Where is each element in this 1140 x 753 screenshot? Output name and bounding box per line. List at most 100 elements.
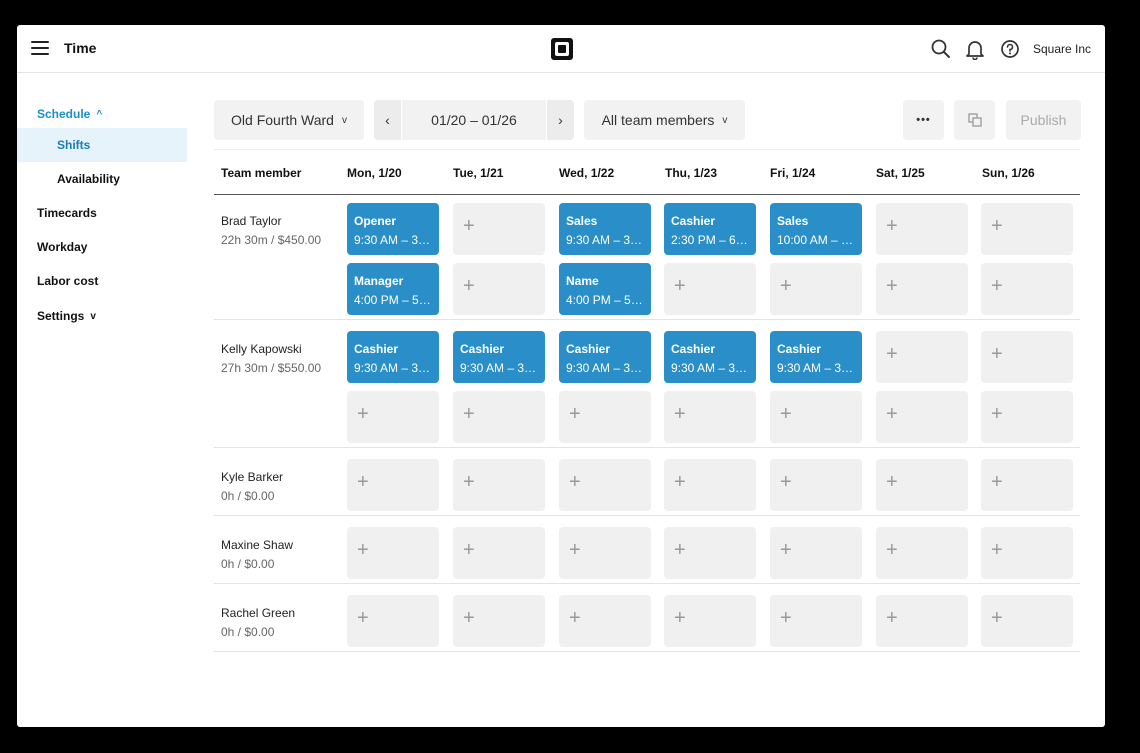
shift-role: Name (566, 274, 599, 288)
member-name[interactable]: Kyle Barker (221, 470, 283, 484)
shift-time: 9:30 AM – 3… (777, 361, 854, 375)
next-week-button[interactable]: › (546, 100, 574, 140)
column-header-day: Sat, 1/25 (876, 166, 925, 180)
add-shift-button[interactable] (876, 527, 968, 579)
shift-card[interactable]: Sales 10:00 AM – … (770, 203, 862, 255)
add-shift-button[interactable] (664, 459, 756, 511)
shift-time: 9:30 AM – 3… (671, 361, 748, 375)
add-shift-button[interactable] (981, 527, 1073, 579)
add-shift-button[interactable] (347, 595, 439, 647)
add-shift-button[interactable] (876, 595, 968, 647)
add-shift-button[interactable] (770, 263, 862, 315)
shift-card[interactable]: Cashier 9:30 AM – 3… (664, 331, 756, 383)
add-shift-button[interactable] (559, 391, 651, 443)
sidebar-item-label: Shifts (57, 138, 91, 152)
sidebar-item-labor-cost[interactable]: Labor cost (17, 264, 187, 298)
add-shift-button[interactable] (453, 595, 545, 647)
date-navigator: ‹ 01/20 – 01/26 › (374, 100, 574, 140)
shift-card[interactable]: Cashier 9:30 AM – 3… (559, 331, 651, 383)
top-bar: Time Square Inc (17, 25, 1105, 73)
member-name[interactable]: Brad Taylor (221, 214, 281, 228)
sidebar-item-label: Settings (37, 309, 85, 323)
shift-time: 2:30 PM – 6… (671, 233, 748, 247)
add-shift-button[interactable] (981, 263, 1073, 315)
help-icon[interactable] (999, 38, 1021, 60)
member-name[interactable]: Maxine Shaw (221, 538, 293, 552)
team-filter-select[interactable]: All team members v (584, 100, 745, 140)
square-logo (551, 38, 573, 60)
member-hours-cost: 0h / $0.00 (221, 557, 275, 571)
shift-role: Manager (354, 274, 404, 288)
column-header-member: Team member (221, 166, 302, 180)
add-shift-button[interactable] (770, 527, 862, 579)
shift-time: 9:30 AM – 3… (566, 233, 643, 247)
add-shift-button[interactable] (453, 391, 545, 443)
org-name[interactable]: Square Inc (1033, 42, 1091, 56)
add-shift-button[interactable] (876, 391, 968, 443)
more-icon: ••• (916, 114, 931, 126)
add-shift-button[interactable] (876, 459, 968, 511)
add-shift-button[interactable] (770, 459, 862, 511)
shift-card[interactable]: Cashier 9:30 AM – 3… (347, 331, 439, 383)
add-shift-button[interactable] (981, 459, 1073, 511)
bell-icon[interactable] (964, 38, 986, 61)
add-shift-button[interactable] (559, 459, 651, 511)
add-shift-button[interactable] (981, 331, 1073, 383)
add-shift-button[interactable] (876, 263, 968, 315)
sidebar-item-settings[interactable]: Settings v (17, 299, 187, 333)
add-shift-button[interactable] (347, 459, 439, 511)
add-shift-button[interactable] (770, 391, 862, 443)
shift-card[interactable]: Cashier 2:30 PM – 6… (664, 203, 756, 255)
shift-card[interactable]: Name 4:00 PM – 5… (559, 263, 651, 315)
column-header-day: Thu, 1/23 (665, 166, 718, 180)
add-shift-button[interactable] (981, 203, 1073, 255)
copy-schedule-button[interactable] (954, 100, 995, 140)
member-name[interactable]: Kelly Kapowski (221, 342, 302, 356)
sidebar-item-schedule[interactable]: Schedule ^ (17, 97, 187, 131)
shift-card[interactable]: Cashier 9:30 AM – 3… (770, 331, 862, 383)
shift-time: 9:30 AM – 3… (354, 361, 431, 375)
shift-card[interactable]: Manager 4:00 PM – 5… (347, 263, 439, 315)
add-shift-button[interactable] (347, 391, 439, 443)
shift-card[interactable]: Opener 9:30 AM – 3… (347, 203, 439, 255)
add-shift-button[interactable] (453, 263, 545, 315)
add-shift-button[interactable] (876, 203, 968, 255)
add-shift-button[interactable] (770, 595, 862, 647)
menu-icon[interactable] (31, 41, 49, 55)
prev-week-button[interactable]: ‹ (374, 100, 402, 140)
sidebar-item-availability[interactable]: Availability (17, 162, 187, 196)
add-shift-button[interactable] (664, 527, 756, 579)
publish-button[interactable]: Publish (1006, 100, 1081, 140)
team-filter-label: All team members (601, 112, 715, 128)
add-shift-button[interactable] (453, 459, 545, 511)
shift-role: Cashier (671, 214, 716, 228)
column-header-day: Wed, 1/22 (559, 166, 615, 180)
date-range[interactable]: 01/20 – 01/26 (402, 100, 546, 140)
shift-role: Cashier (460, 342, 505, 356)
add-shift-button[interactable] (347, 527, 439, 579)
add-shift-button[interactable] (559, 595, 651, 647)
row-divider (214, 447, 1080, 448)
member-name[interactable]: Rachel Green (221, 606, 295, 620)
sidebar-item-workday[interactable]: Workday (17, 230, 187, 264)
add-shift-button[interactable] (664, 595, 756, 647)
add-shift-button[interactable] (664, 263, 756, 315)
location-label: Old Fourth Ward (231, 112, 334, 128)
sidebar-item-shifts[interactable]: Shifts (17, 128, 187, 162)
column-header-day: Mon, 1/20 (347, 166, 402, 180)
search-icon[interactable] (930, 38, 952, 60)
sidebar-item-timecards[interactable]: Timecards (17, 196, 187, 230)
add-shift-button[interactable] (453, 203, 545, 255)
add-shift-button[interactable] (981, 391, 1073, 443)
add-shift-button[interactable] (981, 595, 1073, 647)
add-shift-button[interactable] (876, 331, 968, 383)
row-divider (214, 651, 1080, 652)
add-shift-button[interactable] (453, 527, 545, 579)
add-shift-button[interactable] (664, 391, 756, 443)
shift-card[interactable]: Sales 9:30 AM – 3… (559, 203, 651, 255)
more-options-button[interactable]: ••• (903, 100, 944, 140)
location-select[interactable]: Old Fourth Ward v (214, 100, 364, 140)
add-shift-button[interactable] (559, 527, 651, 579)
shift-time: 4:00 PM – 5… (354, 293, 431, 307)
shift-card[interactable]: Cashier 9:30 AM – 3… (453, 331, 545, 383)
